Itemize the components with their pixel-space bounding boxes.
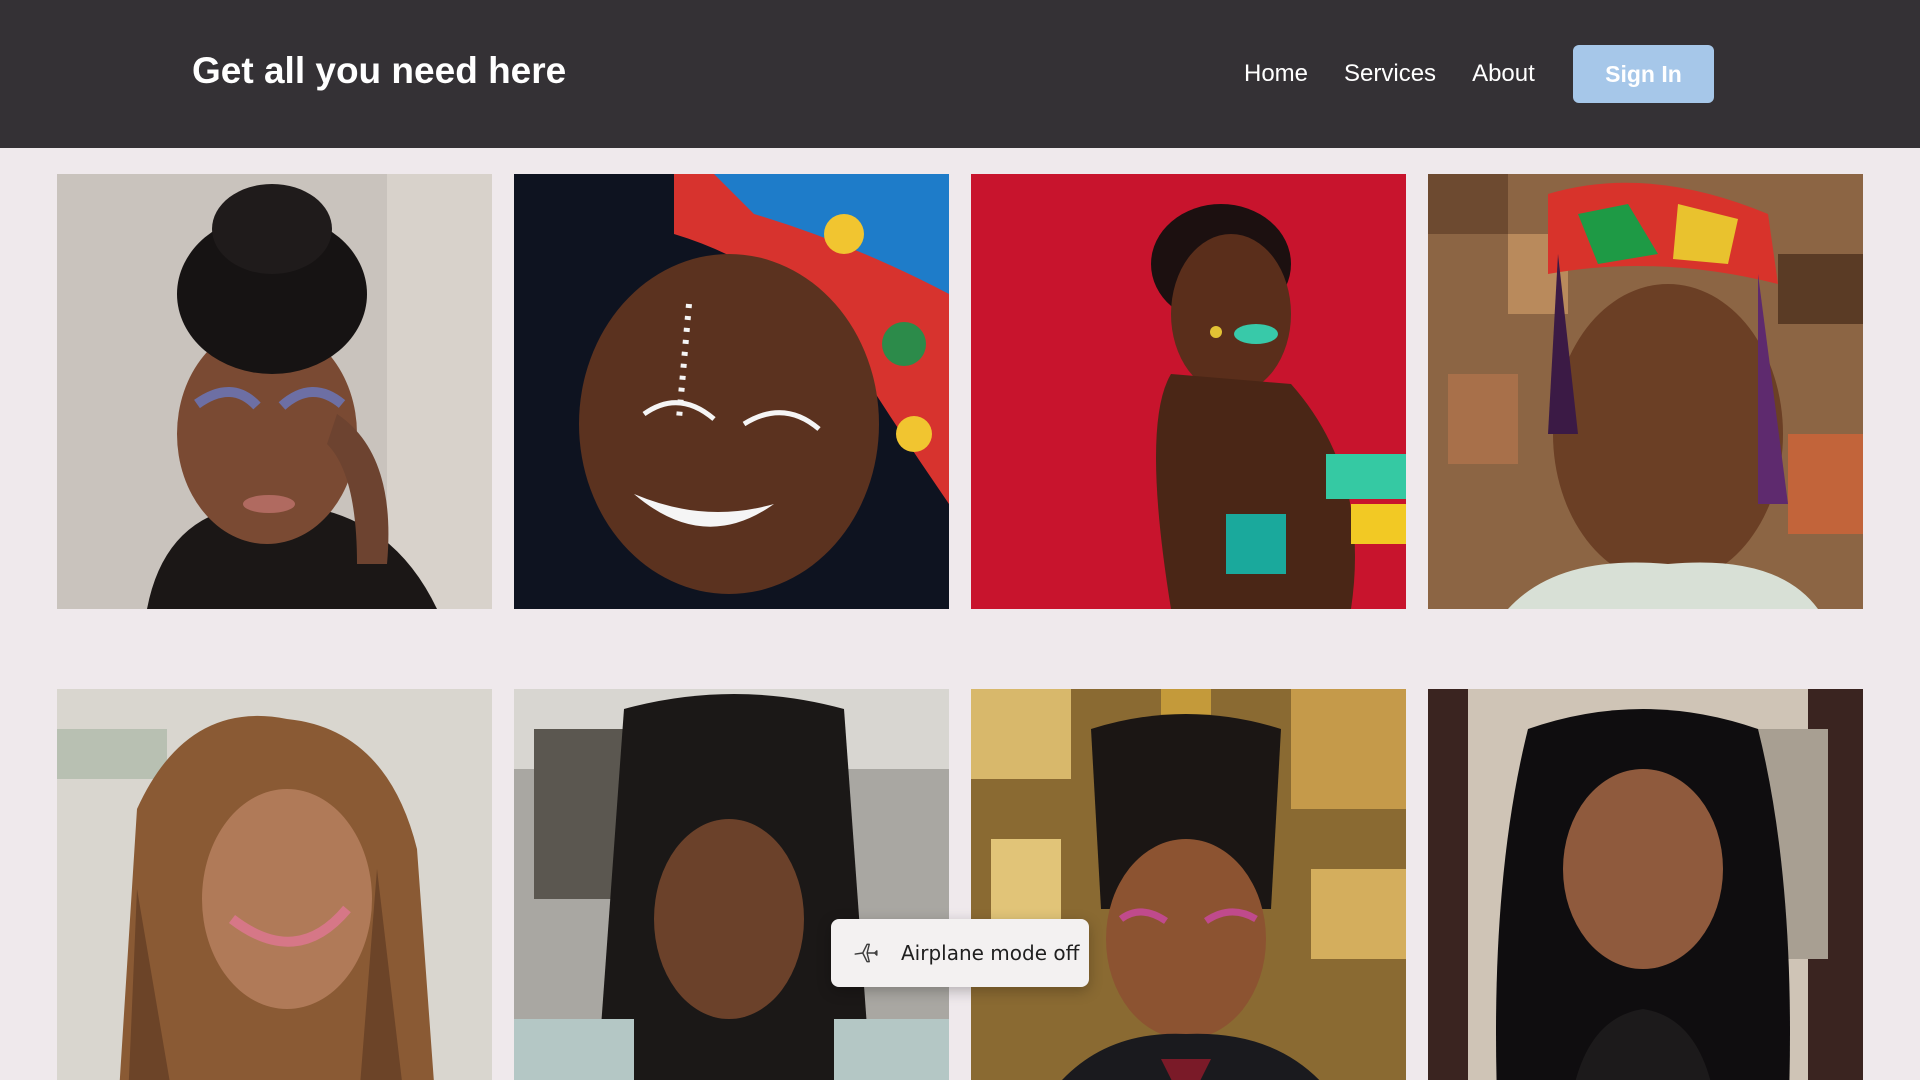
- gallery-image-3[interactable]: [971, 174, 1406, 609]
- airplane-mode-toast: Airplane mode off: [831, 919, 1089, 987]
- toast-message: Airplane mode off: [901, 941, 1080, 965]
- site-header: Get all you need here Home Services Abou…: [0, 0, 1920, 148]
- sign-in-button[interactable]: Sign In: [1573, 45, 1714, 103]
- nav-home-link[interactable]: Home: [1244, 60, 1308, 88]
- airplane-icon: [854, 943, 878, 963]
- nav-about-link[interactable]: About: [1472, 60, 1535, 88]
- main-nav: Home Services About: [1244, 60, 1535, 88]
- gallery-image-6[interactable]: [514, 689, 949, 1080]
- nav-services-link[interactable]: Services: [1344, 60, 1436, 88]
- gallery-image-7[interactable]: [971, 689, 1406, 1080]
- site-title: Get all you need here: [192, 50, 567, 91]
- gallery-image-2[interactable]: [514, 174, 949, 609]
- gallery-image-4[interactable]: [1428, 174, 1863, 609]
- gallery-image-5[interactable]: [57, 689, 492, 1080]
- gallery-image-1[interactable]: [57, 174, 492, 609]
- gallery-image-8[interactable]: [1428, 689, 1863, 1080]
